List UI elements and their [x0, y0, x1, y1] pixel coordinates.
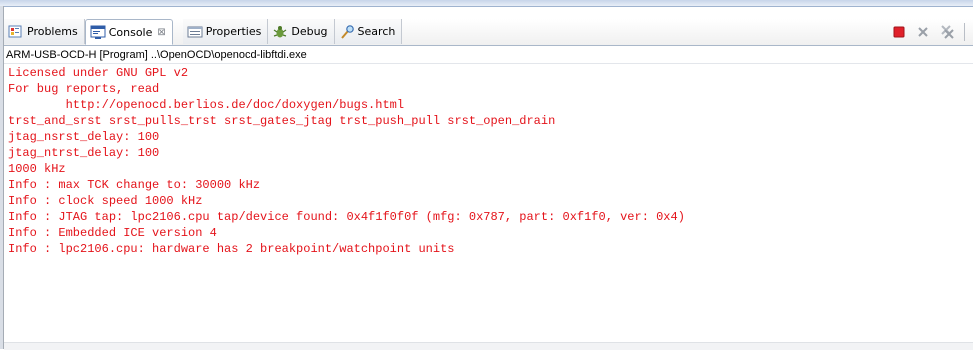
console-line: Info : lpc2106.cpu: hardware has 2 break…	[8, 242, 455, 256]
console-line: jtag_ntrst_delay: 100	[8, 146, 160, 160]
window-top-edge	[0, 0, 973, 7]
tab-properties[interactable]: Properties	[182, 19, 269, 44]
tab-search[interactable]: Search	[334, 19, 403, 44]
tab-problems-label: Problems	[27, 25, 78, 38]
search-icon	[339, 24, 355, 40]
tab-properties-label: Properties	[205, 25, 262, 38]
remove-all-terminated-icon[interactable]	[938, 23, 956, 41]
console-line: Info : max TCK change to: 30000 kHz	[8, 178, 261, 192]
toolbar-separator	[964, 23, 965, 41]
console-line: trst_and_srst srst_pulls_trst srst_gates…	[8, 114, 556, 128]
close-icon[interactable]: ⊠	[157, 27, 165, 38]
console-line: Info : Embedded ICE version 4	[8, 226, 217, 240]
console-line: jtag_nsrst_delay: 100	[8, 130, 160, 144]
console-toolbar	[890, 21, 965, 43]
problems-icon	[8, 24, 24, 40]
console-line: Info : clock speed 1000 kHz	[8, 194, 203, 208]
tab-debug-label: Debug	[291, 25, 328, 38]
properties-icon	[187, 24, 203, 40]
console-line: 1000 kHz	[8, 162, 66, 176]
console-output[interactable]: Licensed under GNU GPL v2 For bug report…	[4, 65, 973, 349]
console-icon	[90, 24, 106, 40]
terminate-icon[interactable]	[890, 23, 908, 41]
tab-problems[interactable]: Problems	[4, 19, 85, 44]
view-tabs: Problems Console ⊠ Properties Debug Sear…	[4, 19, 403, 45]
view-tab-bar: Problems Console ⊠ Properties Debug Sear…	[4, 19, 973, 46]
console-line: For bug reports, read	[8, 82, 160, 96]
console-process-title: ARM-USB-OCD-H [Program] ..\OpenOCD\openo…	[4, 46, 973, 64]
remove-launch-icon[interactable]	[914, 23, 932, 41]
tab-debug[interactable]: Debug	[268, 19, 335, 44]
console-line: Info : JTAG tap: lpc2106.cpu tap/device …	[8, 210, 685, 224]
console-line: Licensed under GNU GPL v2	[8, 66, 189, 80]
tab-console-label: Console	[108, 25, 153, 39]
tab-console[interactable]: Console ⊠	[84, 19, 173, 45]
debug-icon	[272, 24, 288, 40]
tab-search-label: Search	[357, 25, 396, 38]
console-line: http://openocd.berlios.de/doc/doxygen/bu…	[8, 98, 405, 112]
